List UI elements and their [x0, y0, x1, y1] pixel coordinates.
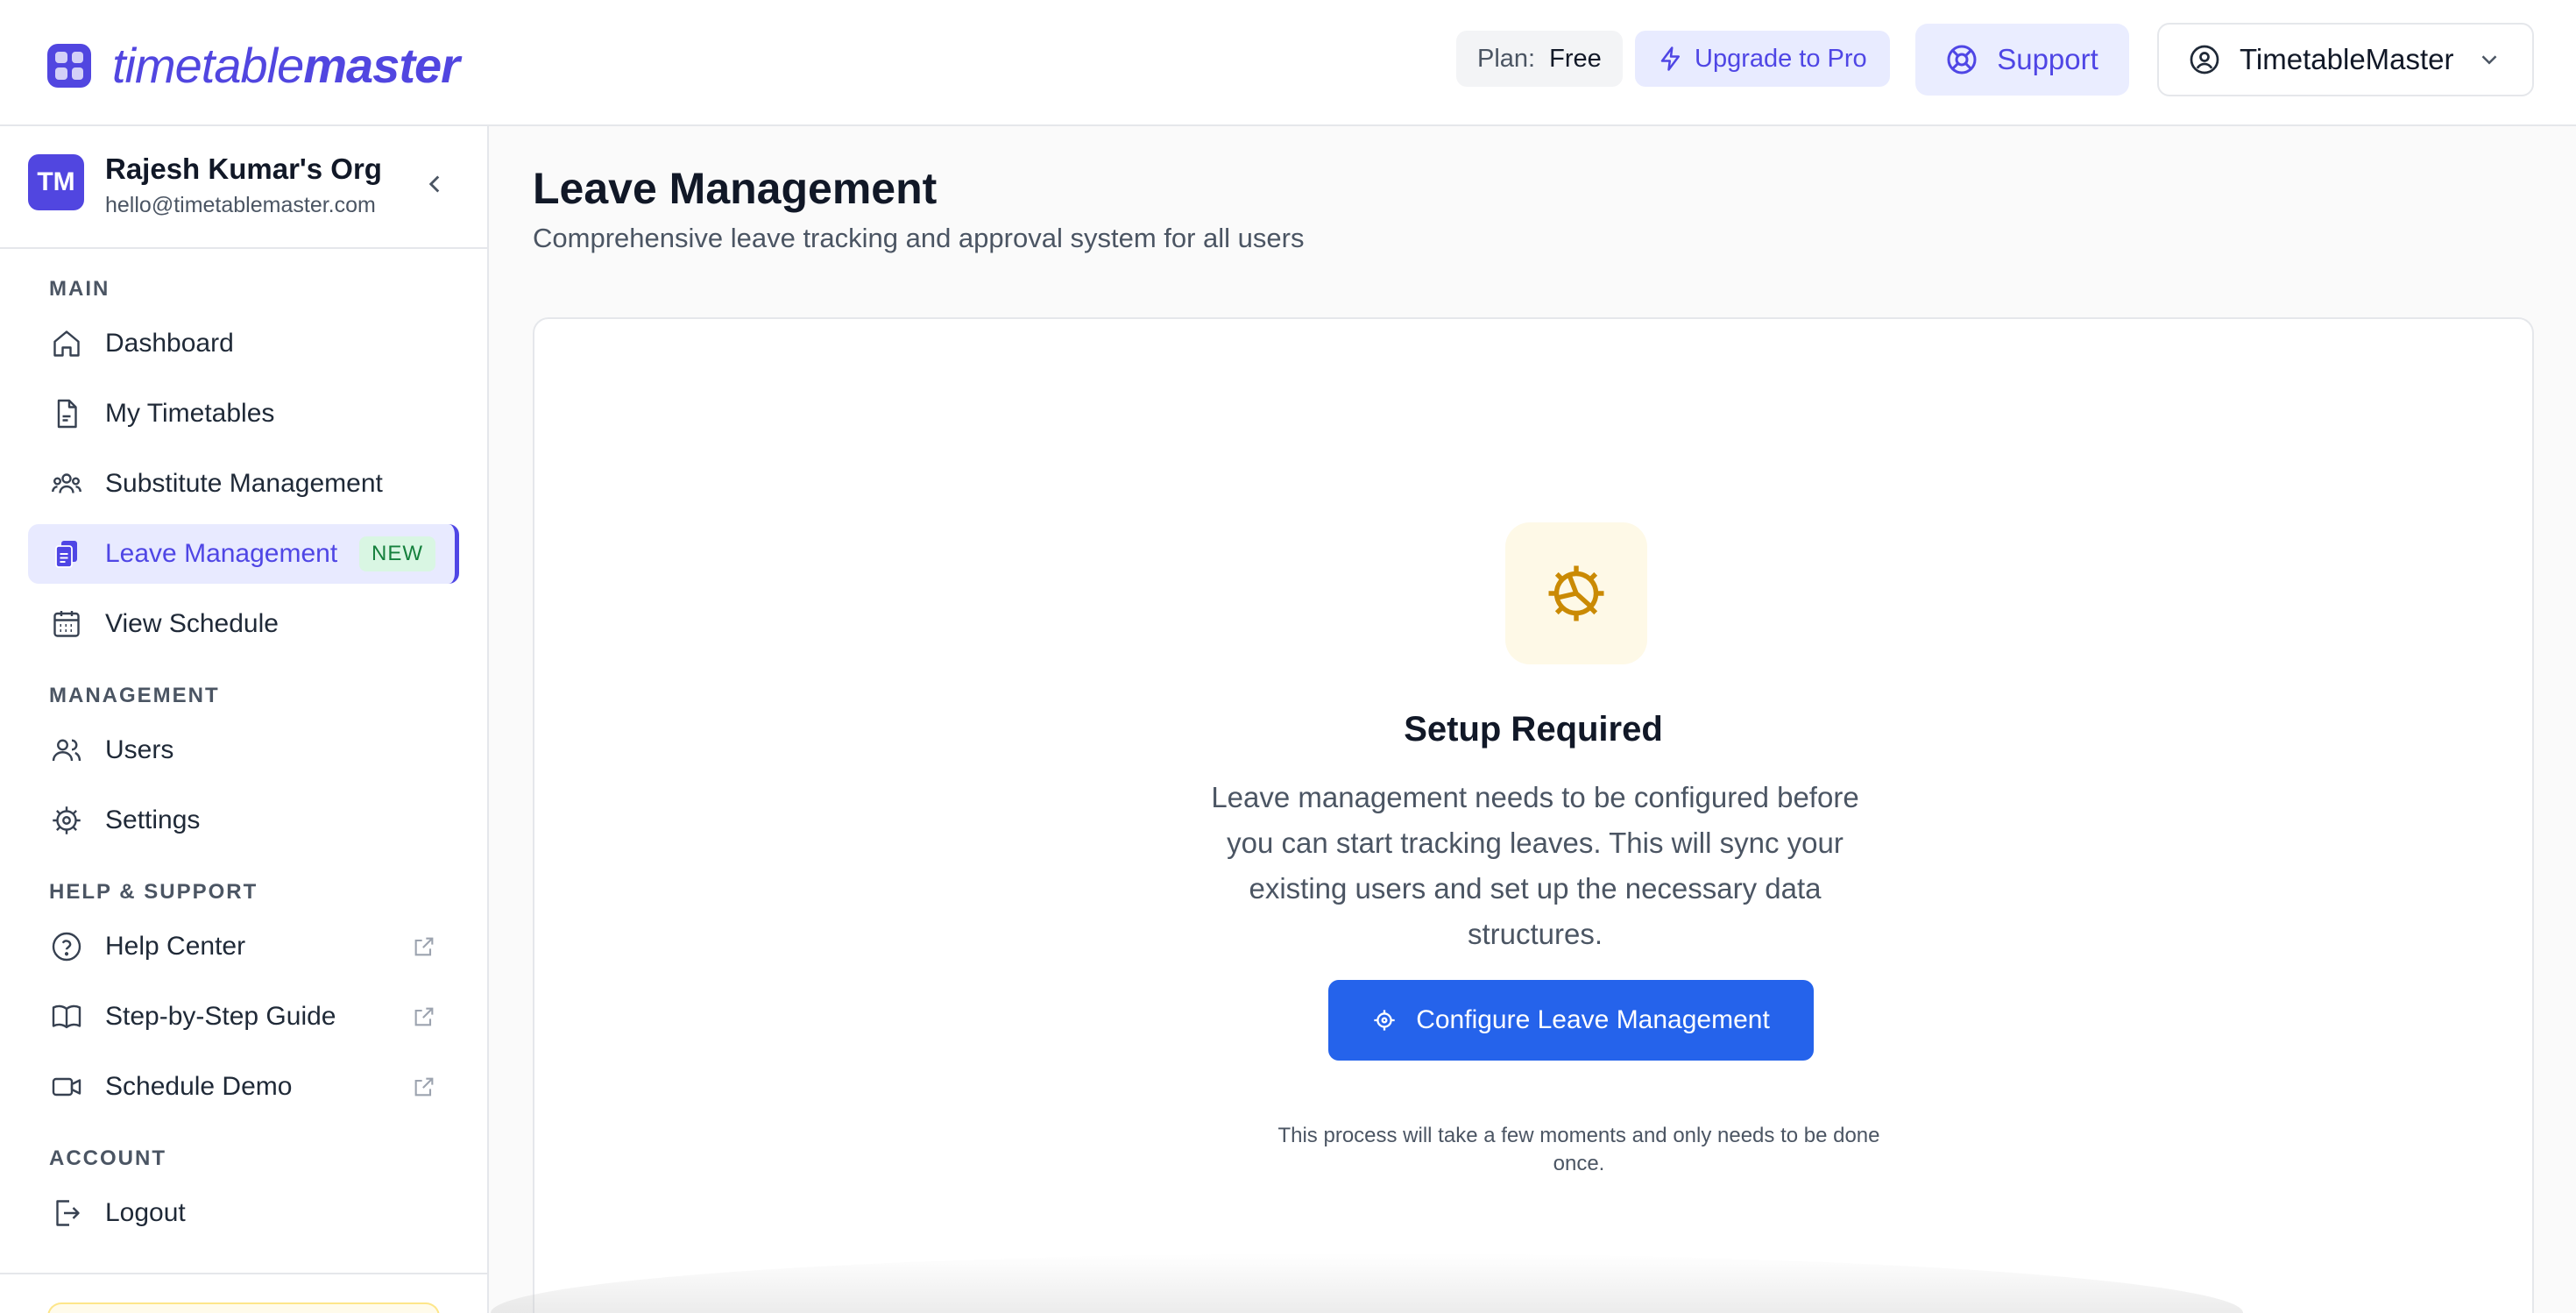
- sidebar-divider: [0, 1273, 487, 1274]
- sidebar-item-settings[interactable]: Settings: [28, 791, 459, 850]
- video-camera-icon: [49, 1069, 84, 1104]
- users-group-icon: [49, 466, 84, 501]
- page-subtitle: Comprehensive leave tracking and approva…: [533, 223, 1305, 253]
- account-label: TimetableMaster: [2240, 43, 2454, 75]
- org-name: Rajesh Kumar's Org: [105, 153, 382, 185]
- sidebar-item-help-center[interactable]: Help Center: [28, 917, 459, 976]
- org-avatar: TM: [28, 154, 84, 210]
- plan-value: Free: [1549, 44, 1602, 73]
- section-label-management: MANAGEMENT: [49, 684, 220, 707]
- setup-card: Setup Required Leave management needs to…: [533, 317, 2534, 1313]
- plan-label: Plan:: [1477, 44, 1536, 73]
- sidebar-item-leave-management[interactable]: Leave Management NEW: [28, 524, 459, 584]
- upgrade-label: Upgrade to Pro: [1695, 44, 1867, 73]
- sidebar-item-step-by-step-guide[interactable]: Step-by-Step Guide: [28, 987, 459, 1047]
- support-label: Support: [1997, 43, 2098, 75]
- sidebar-item-schedule-demo[interactable]: Schedule Demo: [28, 1057, 459, 1117]
- sidebar-item-label: Substitute Management: [105, 469, 383, 498]
- external-link-icon: [410, 933, 438, 961]
- users-icon: [49, 733, 84, 768]
- plan-indicator: Plan: Free: [1456, 31, 1623, 87]
- sidebar-item-label: Step-by-Step Guide: [105, 1002, 336, 1031]
- sidebar-item-dashboard[interactable]: Dashboard: [28, 314, 459, 373]
- account-menu-button[interactable]: TimetableMaster: [2157, 23, 2534, 96]
- sidebar-promo-card[interactable]: [47, 1302, 440, 1313]
- book-open-icon: [49, 999, 84, 1034]
- sidebar-item-view-schedule[interactable]: View Schedule: [28, 594, 459, 654]
- configure-button-label: Configure Leave Management: [1416, 1005, 1770, 1034]
- setup-title: Setup Required: [1404, 710, 1663, 749]
- page-title: Leave Management: [533, 164, 938, 213]
- section-label-account: ACCOUNT: [49, 1146, 166, 1170]
- lifebuoy-icon: [1947, 45, 1977, 75]
- upgrade-button[interactable]: Upgrade to Pro: [1635, 31, 1890, 87]
- new-badge: NEW: [359, 536, 435, 571]
- calendar-icon: [49, 607, 84, 642]
- support-button[interactable]: Support: [1915, 24, 2129, 96]
- sidebar-item-label: Users: [105, 735, 174, 764]
- sidebar-item-label: Logout: [105, 1198, 186, 1227]
- sidebar-item-label: My Timetables: [105, 399, 275, 428]
- chevron-down-icon: [2481, 55, 2497, 65]
- sidebar-item-logout[interactable]: Logout: [28, 1183, 459, 1243]
- user-circle-icon: [2190, 45, 2219, 75]
- logo-grid-icon: [47, 43, 91, 88]
- chevron-left-icon: [428, 175, 440, 193]
- sidebar-item-label: View Schedule: [105, 609, 279, 638]
- home-icon: [49, 326, 84, 361]
- external-link-icon: [410, 1073, 438, 1101]
- sidebar-item-substitute-management[interactable]: Substitute Management: [28, 454, 459, 514]
- gear-icon: [49, 803, 84, 838]
- gear-icon: [1548, 565, 1604, 621]
- sidebar-item-label: Schedule Demo: [105, 1072, 293, 1101]
- external-link-icon: [410, 1003, 438, 1031]
- sidebar-item-label: Leave Management: [105, 539, 338, 568]
- sidebar-item-label: Settings: [105, 806, 201, 834]
- sidebar: TM Rajesh Kumar's Org hello@timetablemas…: [0, 126, 489, 1313]
- logo-wordmark: timetablemaster: [112, 38, 460, 93]
- section-label-main: MAIN: [49, 277, 110, 301]
- setup-icon-box: [1505, 522, 1647, 664]
- section-label-help: HELP & SUPPORT: [49, 880, 258, 904]
- sidebar-item-my-timetables[interactable]: My Timetables: [28, 384, 459, 444]
- collapse-sidebar-button[interactable]: [419, 168, 450, 200]
- setup-description: Leave management needs to be configured …: [1211, 781, 1859, 950]
- sidebar-item-label: Dashboard: [105, 329, 234, 358]
- logout-icon: [49, 1196, 84, 1231]
- setup-note: This process will take a few moments and…: [1277, 1124, 1880, 1175]
- main-content: Leave Management Comprehensive leave tra…: [491, 128, 2576, 1313]
- sidebar-item-label: Help Center: [105, 932, 246, 961]
- configure-leave-management-button[interactable]: Configure Leave Management: [1328, 980, 1814, 1061]
- org-email: hello@timetablemaster.com: [105, 193, 376, 217]
- help-circle-icon: [49, 929, 84, 964]
- top-header: timetablemaster Plan: Free Upgrade to Pr…: [0, 0, 2576, 126]
- app-logo[interactable]: timetablemaster: [47, 37, 460, 94]
- gear-icon: [1374, 1010, 1395, 1031]
- lightning-icon: [1660, 46, 1680, 71]
- sidebar-item-users[interactable]: Users: [28, 720, 459, 780]
- document-icon: [49, 396, 84, 431]
- org-switcher: TM Rajesh Kumar's Org hello@timetablemas…: [0, 126, 487, 249]
- clipboard-stack-icon: [49, 536, 84, 571]
